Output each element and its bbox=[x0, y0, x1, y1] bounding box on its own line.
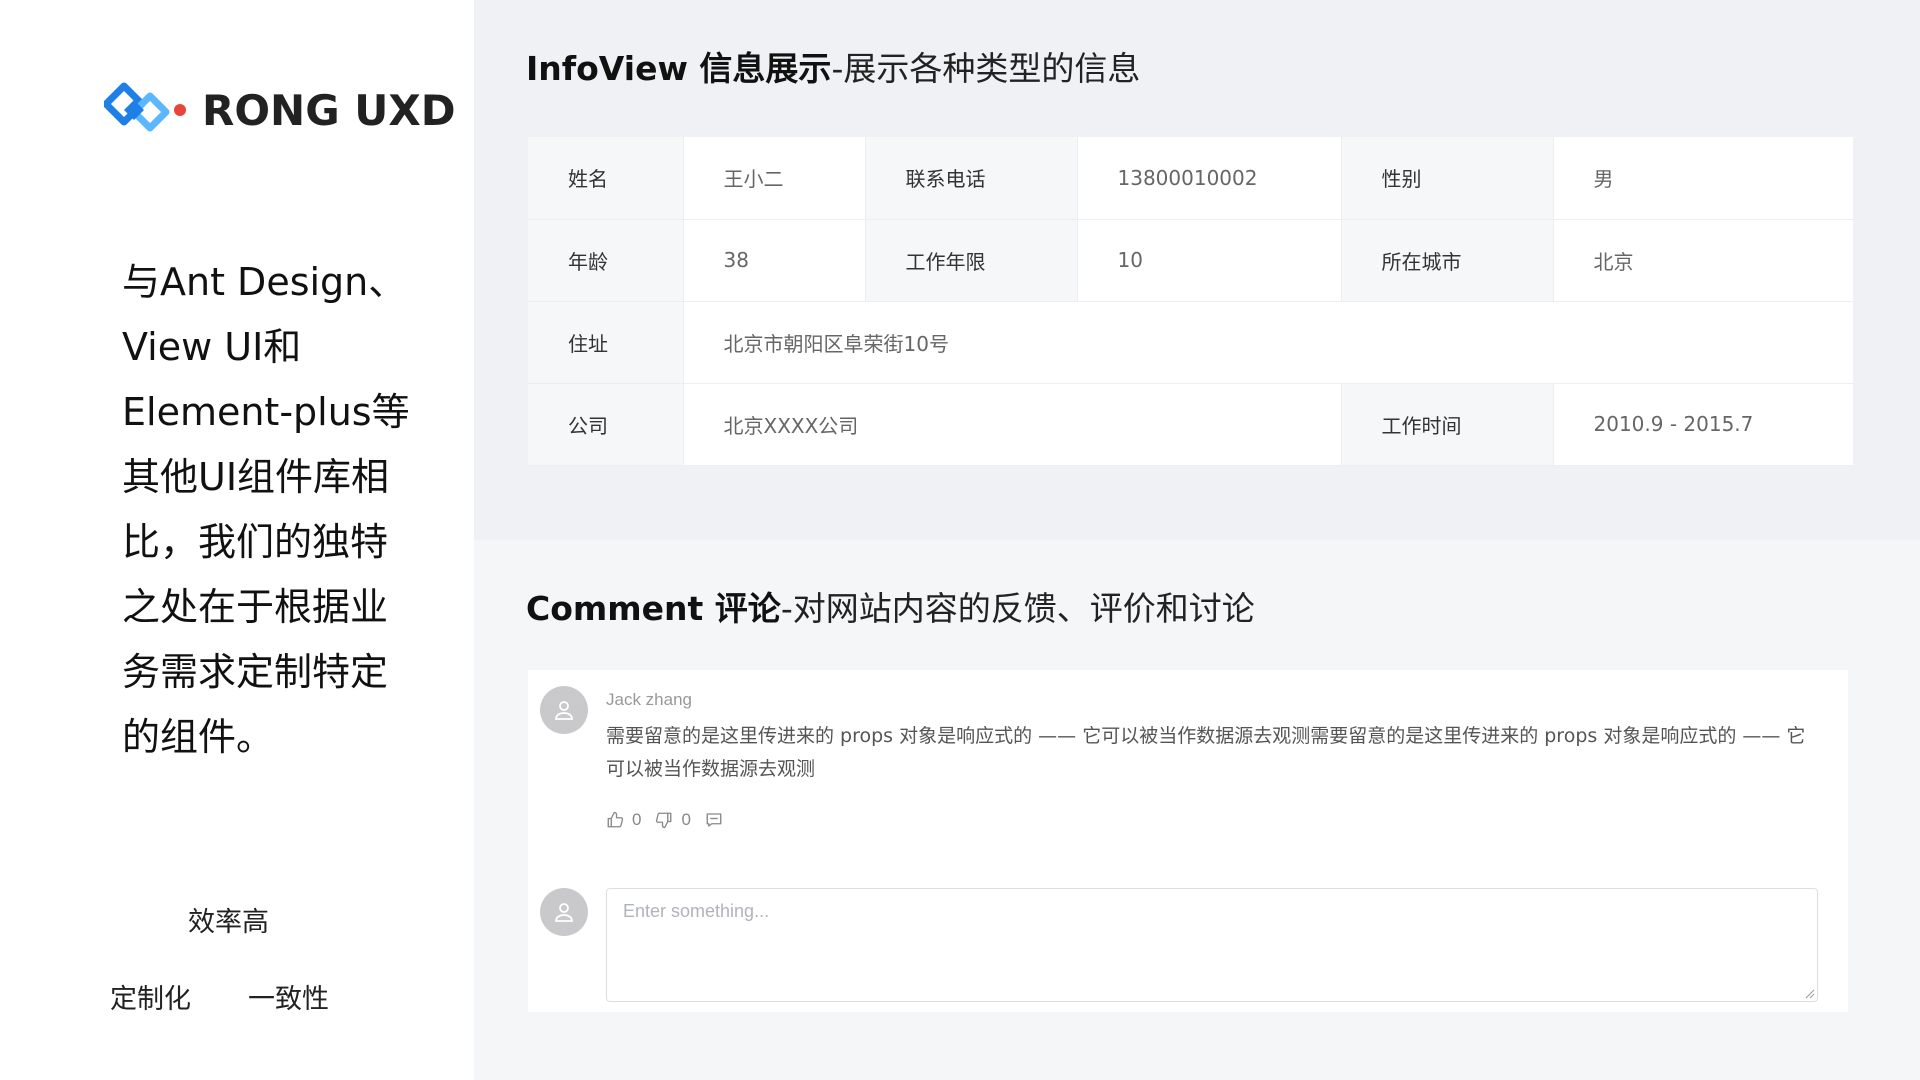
comment-text: 需要留意的是这里传进来的 props 对象是响应式的 —— 它可以被当作数据源去… bbox=[606, 725, 1806, 780]
like-count: 0 bbox=[632, 810, 642, 829]
info-label: 所在城市 bbox=[1341, 219, 1554, 302]
info-label: 住址 bbox=[528, 301, 684, 384]
comment-author[interactable]: Jack zhang bbox=[606, 690, 692, 710]
info-label: 工作年限 bbox=[865, 219, 1078, 302]
info-value: 2010.9 - 2015.7 bbox=[1553, 383, 1853, 466]
info-label: 年龄 bbox=[528, 219, 684, 302]
info-value: 男 bbox=[1553, 137, 1853, 220]
left-panel: RONG UXD 与Ant Design、 View UI和 Element-p… bbox=[0, 0, 474, 1080]
table-row: 公司 北京XXXX公司 工作时间 2010.9 - 2015.7 bbox=[528, 383, 1853, 466]
infoview-section: InfoView 信息展示-展示各种类型的信息 姓名 王小二 联系电话 1380… bbox=[474, 0, 1920, 540]
brand-name: RONG UXD bbox=[202, 85, 456, 135]
comment-title-strong: Comment 评论 bbox=[526, 589, 781, 628]
brand-logo: RONG UXD bbox=[104, 80, 456, 140]
intro-line: 其他UI组件库相 bbox=[122, 455, 390, 499]
intro-line: Element-plus等 bbox=[122, 390, 410, 434]
info-value: 10 bbox=[1077, 219, 1342, 302]
current-user-avatar bbox=[540, 888, 588, 936]
infoview-title-desc: -展示各种类型的信息 bbox=[831, 49, 1141, 88]
resize-handle-icon[interactable] bbox=[1805, 989, 1815, 999]
rong-logo-icon bbox=[104, 82, 186, 132]
comment-icon bbox=[706, 813, 722, 827]
dislike-button[interactable]: 0 bbox=[655, 810, 691, 830]
infoview-title: InfoView 信息展示-展示各种类型的信息 bbox=[526, 42, 1140, 90]
intro-text: 与Ant Design、 View UI和 Element-plus等 其他UI… bbox=[122, 250, 412, 770]
table-row: 年龄 38 工作年限 10 所在城市 北京 bbox=[528, 219, 1853, 302]
info-label: 工作时间 bbox=[1341, 383, 1554, 466]
tag-custom: 定制化 bbox=[110, 984, 191, 1015]
info-value: 北京XXXX公司 bbox=[683, 383, 1342, 466]
table-row: 姓名 王小二 联系电话 13800010002 性别 男 bbox=[528, 137, 1853, 220]
comment-title-desc: -对网站内容的反馈、评价和讨论 bbox=[780, 589, 1255, 628]
avatar[interactable] bbox=[540, 686, 588, 734]
like-button[interactable]: 0 bbox=[606, 810, 641, 830]
info-label: 联系电话 bbox=[865, 137, 1078, 220]
user-icon bbox=[555, 701, 573, 720]
thumbs-up-icon bbox=[607, 811, 624, 828]
intro-line: 之处在于根据业 bbox=[122, 585, 389, 629]
info-label: 公司 bbox=[528, 383, 684, 466]
intro-line: 与Ant Design、 bbox=[122, 260, 407, 304]
table-row: 住址 北京市朝阳区阜荣街10号 bbox=[528, 301, 1853, 384]
info-label: 姓名 bbox=[528, 137, 684, 220]
comment-title: Comment 评论-对网站内容的反馈、评价和讨论 bbox=[526, 582, 1255, 630]
info-label: 性别 bbox=[1341, 137, 1554, 220]
info-value: 13800010002 bbox=[1077, 137, 1342, 220]
thumbs-down-icon bbox=[656, 812, 672, 829]
comment-actions: 0 0 bbox=[606, 810, 745, 830]
intro-line: 比，我们的独特 bbox=[122, 520, 389, 564]
user-icon bbox=[555, 903, 573, 922]
intro-line: 务需求定制特定 bbox=[122, 650, 389, 694]
dislike-count: 0 bbox=[681, 810, 691, 829]
intro-line: 的组件。 bbox=[122, 715, 275, 759]
tag-efficiency: 效率高 bbox=[188, 907, 269, 938]
reply-input[interactable] bbox=[606, 888, 1818, 1002]
info-value: 北京市朝阳区阜荣街10号 bbox=[683, 301, 1853, 384]
tag-consistent: 一致性 bbox=[248, 984, 329, 1015]
info-value: 38 bbox=[683, 219, 866, 302]
comment-card: Jack zhang 需要留意的是这里传进来的 props 对象是响应式的 ——… bbox=[528, 670, 1848, 1012]
info-table: 姓名 王小二 联系电话 13800010002 性别 男 年龄 38 工作年限 … bbox=[528, 137, 1853, 466]
info-value: 王小二 bbox=[683, 137, 866, 220]
info-value: 北京 bbox=[1553, 219, 1853, 302]
infoview-title-strong: InfoView 信息展示 bbox=[526, 49, 832, 88]
reply-button[interactable] bbox=[705, 811, 731, 829]
comment-section: Comment 评论-对网站内容的反馈、评价和讨论 Jack zhang 需要留… bbox=[474, 540, 1920, 1080]
intro-line: View UI和 bbox=[122, 325, 302, 369]
